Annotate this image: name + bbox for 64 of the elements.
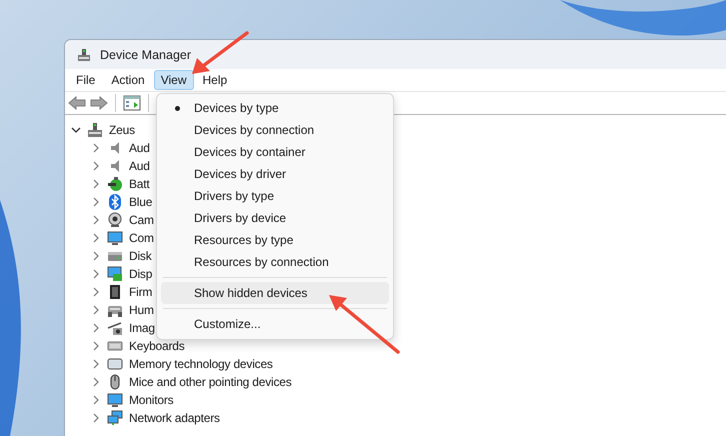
chevron-right-icon[interactable] [91,269,101,279]
tree-item[interactable]: Disk [129,249,152,263]
chevron-right-icon[interactable] [91,305,101,315]
chevron-right-icon[interactable] [91,197,101,207]
tree-item[interactable]: Network adapters [129,411,220,425]
menu-option[interactable]: Show hidden devices [161,282,389,304]
tree-item[interactable]: Mice and other pointing devices [129,375,292,389]
menu-option[interactable]: Resources by type [161,229,389,251]
chevron-right-icon[interactable] [91,323,101,333]
network-icon [107,410,123,426]
window-title: Device Manager [100,48,192,62]
chevron-right-icon[interactable] [91,233,101,243]
chevron-right-icon[interactable] [91,143,101,153]
battery-icon [107,176,123,192]
annotation-arrow [192,31,249,74]
menu-option[interactable]: Customize... [161,313,389,335]
tree-item[interactable]: Keyboards [129,339,185,353]
chevron-right-icon[interactable] [91,161,101,171]
tree-item[interactable]: Cam [129,213,154,227]
memory-card-icon [107,356,123,372]
menu-option[interactable]: Drivers by device [161,207,389,229]
annotation-arrow [329,295,400,354]
chevron-right-icon[interactable] [91,251,101,261]
tree-item[interactable]: Aud [129,159,150,173]
tree-item[interactable]: Zeus [109,123,135,137]
tree-item[interactable]: Blue [129,195,152,209]
menu-option[interactable]: Devices by container [161,141,389,163]
tree-item[interactable]: Firm [129,285,152,299]
tree-item[interactable]: Aud [129,141,150,155]
chevron-right-icon[interactable] [91,395,101,405]
scanner-icon [107,320,123,336]
tree-item[interactable]: Hum [129,303,154,317]
chevron-right-icon[interactable] [91,215,101,225]
tree-item[interactable]: Batt [129,177,150,191]
tree-item[interactable]: Disp [129,267,152,281]
chevron-right-icon[interactable] [91,287,101,297]
chip-icon [107,284,123,300]
chevron-right-icon[interactable] [91,359,101,369]
chevron-down-icon[interactable] [71,125,81,135]
tree-item[interactable]: Monitors [129,393,174,407]
chevron-right-icon[interactable] [91,179,101,189]
computer-icon [77,48,91,62]
tree-item[interactable]: Memory technology devices [129,357,273,371]
chevron-right-icon[interactable] [91,377,101,387]
computer-icon [87,122,103,138]
menu-option[interactable]: Drivers by type [161,185,389,207]
chevron-right-icon[interactable] [91,413,101,423]
menu-item[interactable]: View [154,70,194,90]
tree-item[interactable]: Imag [129,321,155,335]
menu-option[interactable]: Resources by connection [161,251,389,273]
bluetooth-icon [107,194,123,210]
menu-item[interactable]: File [69,70,102,90]
chevron-right-icon[interactable] [91,341,101,351]
monitor-icon [107,392,123,408]
menu-option[interactable]: Devices by type [161,97,389,119]
menu-option[interactable]: Devices by driver [161,163,389,185]
tree-item[interactable]: Com [129,231,154,245]
menu-item[interactable]: Help [196,70,234,90]
monitor-icon [107,230,123,246]
webcam-icon [107,212,123,228]
menu-option[interactable]: Devices by connection [161,119,389,141]
menu-item[interactable]: Action [104,70,152,90]
properties-icon[interactable] [123,95,141,111]
display-adapter-icon [107,266,123,282]
